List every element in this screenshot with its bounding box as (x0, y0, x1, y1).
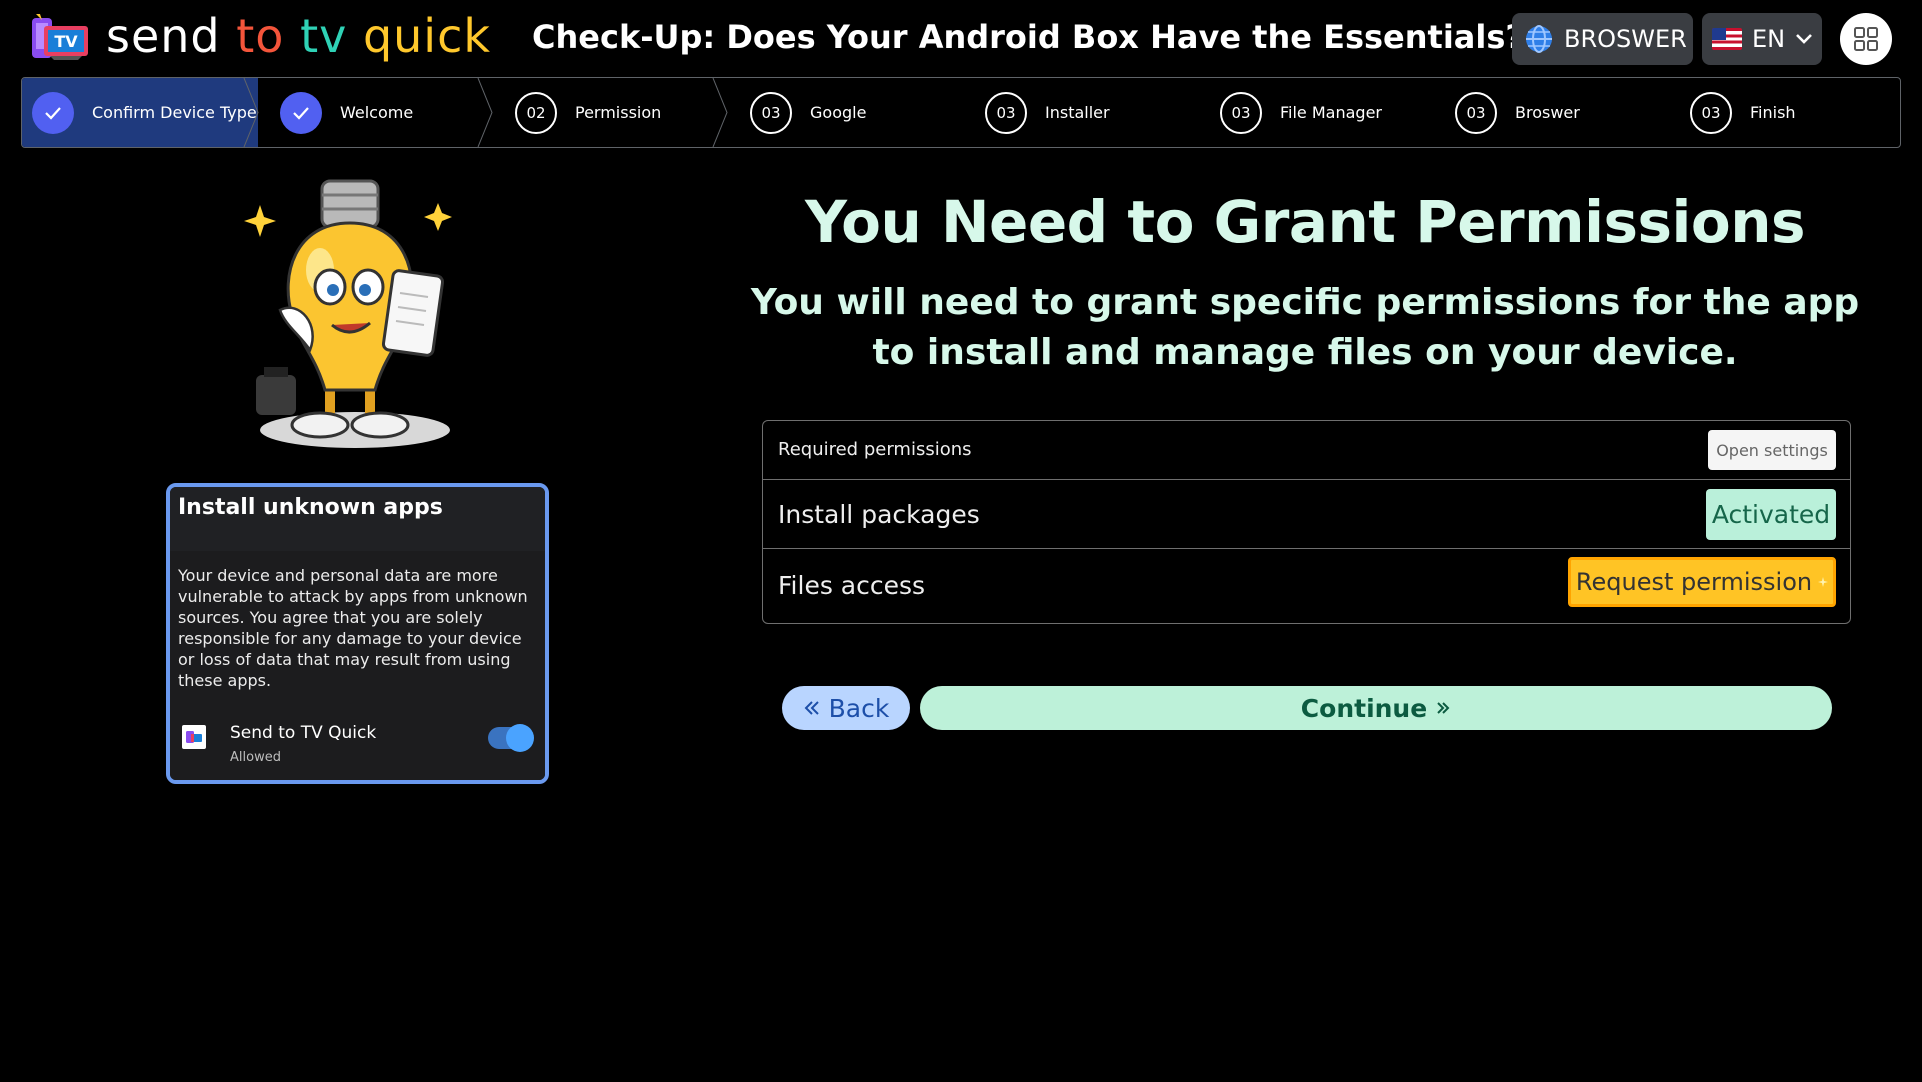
app-permission-row[interactable]: Send to TV Quick Allowed (178, 723, 538, 769)
permission-row-files-access: Files access Request permission (763, 549, 1850, 623)
install-unknown-apps-card: Install unknown apps Your device and per… (166, 483, 549, 784)
step-broswer[interactable]: 03 Broswer (1455, 78, 1655, 147)
double-chevron-right-icon (1437, 702, 1450, 714)
double-chevron-left-icon (804, 701, 819, 715)
logo-word-tv: tv (300, 9, 348, 63)
main-title: You Need to Grant Permissions (804, 188, 1806, 256)
step-label: Welcome (340, 103, 414, 122)
lightbulb-mascot-illustration (240, 175, 480, 460)
permissions-table: Required permissions Open settings Insta… (762, 420, 1851, 624)
check-icon (32, 91, 74, 134)
step-number: 03 (1690, 91, 1732, 134)
step-number: 03 (1220, 91, 1262, 134)
open-settings-button[interactable]: Open settings (1708, 430, 1836, 470)
app-icon (182, 725, 206, 749)
step-number: 03 (985, 91, 1027, 134)
back-button[interactable]: Back (782, 686, 910, 730)
step-label: Google (810, 103, 867, 122)
language-label: EN (1752, 25, 1786, 53)
step-finish[interactable]: 03 Finish (1690, 78, 1890, 147)
step-label: Confirm Device Type (92, 103, 257, 122)
permissions-header-row: Required permissions Open settings (763, 421, 1850, 480)
step-label: Installer (1045, 103, 1110, 122)
logo-wordmark: send to tv quick (106, 10, 491, 62)
tv-logo-icon: TV (30, 10, 92, 62)
app-name: Send to TV Quick (230, 723, 377, 743)
card-warning-text: Your device and personal data are more v… (178, 566, 528, 690)
apps-grid-button[interactable] (1840, 13, 1892, 65)
logo-icon-text: TV (54, 32, 78, 51)
chevron-down-icon (1796, 34, 1813, 44)
main-subtitle: You will need to grant specific permissi… (750, 282, 1860, 373)
check-icon (280, 91, 322, 134)
step-file-manager[interactable]: 03 File Manager (1220, 78, 1440, 147)
step-label: File Manager (1280, 103, 1382, 122)
step-number: 02 (515, 91, 557, 134)
page-heading: Check-Up: Does Your Android Box Have the… (532, 18, 1524, 56)
step-confirm-device-type[interactable]: Confirm Device Type (22, 78, 258, 147)
app-status: Allowed (230, 750, 281, 765)
browser-button-label: BROSWER (1564, 25, 1687, 53)
step-number: 03 (750, 91, 792, 134)
sparkle-icon (1818, 577, 1829, 587)
continue-button[interactable]: Continue (920, 686, 1832, 730)
activated-badge: Activated (1706, 489, 1836, 540)
permission-row-install-packages: Install packages Activated (763, 480, 1850, 549)
app-logo[interactable]: TV send to tv quick (30, 10, 491, 62)
step-welcome[interactable]: Welcome (280, 78, 480, 147)
permission-label: Install packages (778, 500, 980, 529)
request-permission-button[interactable]: Request permission (1568, 557, 1836, 607)
setup-stepper: Confirm Device Type Welcome 02 Permissio… (21, 77, 1901, 148)
us-flag-icon (1712, 28, 1742, 50)
step-label: Broswer (1515, 103, 1580, 122)
top-header: TV send to tv quick Check-Up: Does Your … (0, 0, 1922, 76)
browser-button[interactable]: BROSWER (1512, 13, 1693, 65)
step-permission[interactable]: 02 Permission (515, 78, 715, 147)
step-label: Finish (1750, 103, 1796, 122)
back-button-label: Back (828, 693, 890, 723)
permissions-header-label: Required permissions (778, 439, 972, 460)
permission-label: Files access (778, 571, 926, 600)
language-selector[interactable]: EN (1702, 13, 1822, 65)
logo-word-to: to (236, 9, 285, 63)
logo-word-quick: quick (362, 9, 492, 63)
request-permission-label: Request permission (1575, 568, 1813, 596)
card-title: Install unknown apps (178, 495, 443, 520)
logo-word-send: send (106, 9, 221, 63)
step-installer[interactable]: 03 Installer (985, 78, 1185, 147)
allow-toggle[interactable] (488, 724, 534, 752)
apps-grid-icon (1854, 27, 1878, 51)
globe-icon (1526, 25, 1552, 53)
toggle-knob (506, 724, 534, 752)
continue-button-label: Continue (1300, 693, 1428, 723)
step-label: Permission (575, 103, 662, 122)
step-number: 03 (1455, 91, 1497, 134)
step-google[interactable]: 03 Google (750, 78, 950, 147)
